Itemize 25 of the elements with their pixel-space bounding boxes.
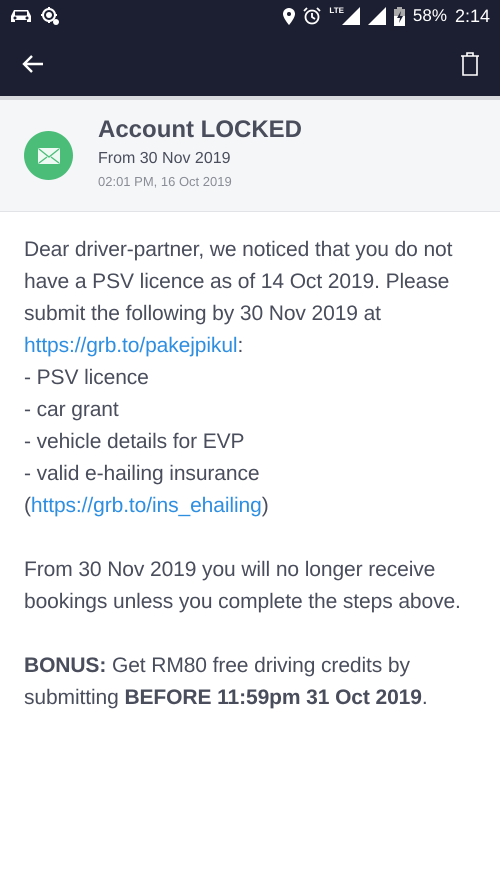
trash-icon[interactable] xyxy=(460,52,480,76)
envelope-badge-icon xyxy=(24,131,73,180)
message-text: (https://grb.to/ins_ehailing) xyxy=(24,493,270,519)
message-text: BONUS: Get RM80 free driving credits by submitting BEFORE 11:59pm 31 Oct 2019. xyxy=(24,653,429,711)
location-target-icon xyxy=(40,6,60,26)
link[interactable]: https://grb.to/pakejpikul xyxy=(24,334,238,357)
car-icon xyxy=(10,8,32,24)
message-text: From 30 Nov 2019 you will no longer receive bookings unless you complete the steps above. xyxy=(24,557,462,615)
message-text: - valid e-hailing insurance xyxy=(24,461,260,487)
message-text: - PSV licence xyxy=(24,365,150,391)
battery-percent: 58% xyxy=(412,6,447,26)
alarm-icon xyxy=(303,7,322,25)
message-text: Dear driver-partner, we noticed that you do not have a PSV licence as of 14 Oct 2019. Please submit the following by 30 Nov 2019 at https://grb.to/pakejpikul: xyxy=(24,237,454,359)
message-subtitle: From 30 Nov 2019 xyxy=(98,150,232,168)
signal-icon xyxy=(368,7,386,25)
message-text: - car grant xyxy=(24,397,120,423)
message-title: Account LOCKED xyxy=(98,116,302,144)
link[interactable]: https://grb.to/ins_ehailing xyxy=(30,494,262,517)
lte-label: LTE xyxy=(329,6,344,15)
clock-time: 2:14 xyxy=(454,6,490,26)
location-pin-icon xyxy=(283,8,296,24)
message-text: - vehicle details for EVP xyxy=(24,429,246,455)
back-arrow-icon[interactable] xyxy=(22,55,44,73)
battery-icon xyxy=(394,6,405,26)
message-timestamp: 02:01 PM, 16 Oct 2019 xyxy=(98,174,233,189)
